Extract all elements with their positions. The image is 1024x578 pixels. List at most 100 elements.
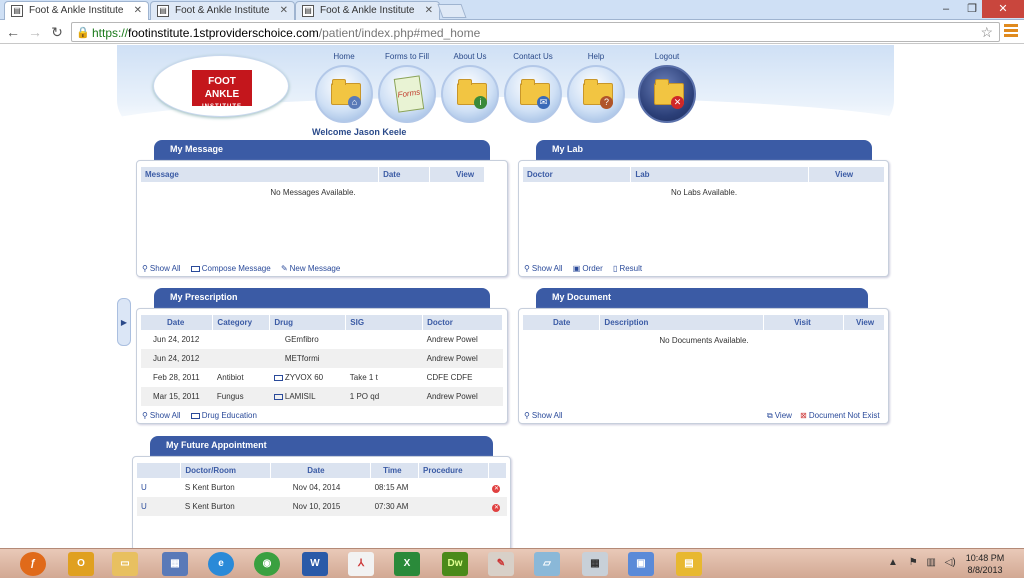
browser-menu-icon[interactable] xyxy=(1004,24,1018,38)
paint-icon[interactable]: ✎ xyxy=(488,552,514,576)
order-link[interactable]: ▣ Order xyxy=(573,264,603,273)
table-row[interactable]: Feb 28, 2011 Antibiot ZYVOX 60 Take 1 t … xyxy=(141,368,503,387)
address-bar[interactable]: 🔒 https://footinstitute.1stproviderschoi… xyxy=(71,22,1000,42)
column-header[interactable]: Date xyxy=(523,315,601,330)
nav-contact-us[interactable]: Contact Us ✉ xyxy=(502,52,564,123)
taskbar-clock[interactable]: 10:48 PM 8/8/2013 xyxy=(960,552,1010,576)
document-links-left: ⚲ Show All xyxy=(524,411,571,420)
document-not-exist-link[interactable]: ⊠ Document Not Exist xyxy=(800,411,879,420)
table-row[interactable]: Mar 15, 2011 Fungus LAMISIL 1 PO qd Andr… xyxy=(141,387,503,406)
nav-home[interactable]: Home ⌂ xyxy=(313,52,375,123)
column-header[interactable]: Visit xyxy=(763,315,844,330)
tray-expand-icon[interactable]: ▲ xyxy=(888,557,898,568)
column-header[interactable]: Description xyxy=(599,315,765,330)
help-folder-icon[interactable]: ? xyxy=(567,65,625,123)
close-tab-icon[interactable]: ✕ xyxy=(280,5,288,16)
institute-logo[interactable]: FOOT ANKLE INSTITUTE xyxy=(192,70,252,110)
column-header[interactable]: View xyxy=(808,167,885,182)
browser-tab-2[interactable]: ▤ Foot & Ankle Institute ✕ xyxy=(150,1,295,20)
clock-time: 10:48 PM xyxy=(965,553,1005,563)
acrobat-icon[interactable]: ⅄ xyxy=(348,552,374,576)
about-folder-icon[interactable]: i xyxy=(441,65,499,123)
table-row[interactable]: Jun 24, 2012 METformi Andrew Powel xyxy=(141,349,503,368)
contact-folder-icon[interactable]: ✉ xyxy=(504,65,562,123)
column-header[interactable]: Lab xyxy=(630,167,810,182)
outlook-icon[interactable]: O xyxy=(68,552,94,576)
forward-arrow-icon[interactable]: → xyxy=(26,23,44,41)
excel-icon[interactable]: X xyxy=(394,552,420,576)
show-all-link[interactable]: ⚲ Show All xyxy=(142,264,181,273)
browser-tab-3[interactable]: ▤ Foot & Ankle Institute ✕ xyxy=(295,1,440,20)
table-row[interactable]: Jun 24, 2012 GEmfibro Andrew Powel xyxy=(141,330,503,349)
nav-about-us[interactable]: About Us i xyxy=(439,52,501,123)
column-header[interactable]: Doctor/Room xyxy=(180,463,272,478)
close-tab-icon[interactable]: ✕ xyxy=(425,5,433,16)
windows-taskbar: ƒ O ▭ ▦ e ◉ W ⅄ X Dw ✎ ▱ ▦ ▣ ▤ ▲ ⚑ ▥ ◁) … xyxy=(0,548,1024,578)
drug-info-icon[interactable] xyxy=(273,374,283,381)
remote-icon[interactable]: ▣ xyxy=(628,552,654,576)
browser-tab-title: Foot & Ankle Institute xyxy=(320,5,415,16)
column-header[interactable]: Date xyxy=(141,315,214,330)
volume-icon[interactable]: ◁) xyxy=(945,557,956,568)
nav-logout[interactable]: Logout ✕ xyxy=(636,52,698,123)
show-all-link[interactable]: ⚲ Show All xyxy=(142,411,181,420)
column-header[interactable]: Message xyxy=(141,167,380,182)
column-header[interactable]: Doctor xyxy=(422,315,503,330)
firefox-icon[interactable]: ƒ xyxy=(20,552,46,576)
drug-education-link[interactable]: Drug Education xyxy=(190,411,257,420)
nav-forms-to-fill[interactable]: Forms to Fill Forms xyxy=(376,52,438,123)
show-all-link[interactable]: ⚲ Show All xyxy=(524,264,563,273)
rx-category: Fungus xyxy=(212,387,270,406)
cancel-appointment-icon[interactable]: ✕ xyxy=(492,503,501,512)
view-link[interactable]: ⧉ View xyxy=(767,411,792,420)
archive-icon[interactable]: ▤ xyxy=(676,552,702,576)
notes-icon[interactable]: ▱ xyxy=(534,552,560,576)
result-link[interactable]: ▯ Result xyxy=(613,264,642,273)
compose-message-link[interactable]: Compose Message xyxy=(190,264,271,273)
column-header[interactable]: Time xyxy=(370,463,420,478)
reload-icon[interactable]: ↻ xyxy=(48,23,66,41)
ie-icon[interactable]: e xyxy=(208,552,234,576)
cancel-appointment-icon[interactable]: ✕ xyxy=(492,484,501,493)
new-message-link[interactable]: ✎ New Message xyxy=(281,264,340,273)
chrome-icon[interactable]: ◉ xyxy=(254,552,280,576)
logout-folder-icon[interactable]: ✕ xyxy=(638,65,696,123)
column-header[interactable]: Date xyxy=(378,167,430,182)
explorer-icon[interactable]: ▭ xyxy=(112,552,138,576)
window-close-icon[interactable]: ✕ xyxy=(982,0,1024,18)
lab-links: ⚲ Show All ▣ Order ▯ Result xyxy=(524,264,650,273)
new-tab-button[interactable] xyxy=(437,4,467,18)
forms-icon[interactable]: Forms xyxy=(378,65,436,123)
dreamweaver-icon[interactable]: Dw xyxy=(442,552,468,576)
my-message-panel: My Message Message Date View No Messages… xyxy=(136,140,509,280)
drug-info-icon[interactable] xyxy=(273,393,283,400)
column-header[interactable]: Drug xyxy=(269,315,347,330)
welcome-text: Welcome Jason Keele xyxy=(312,127,407,137)
browser-tab-1[interactable]: ▤ Foot & Ankle Institute ✕ xyxy=(4,1,149,21)
rx-drug[interactable]: ZYVOX 60 xyxy=(285,373,323,382)
column-header[interactable]: Date xyxy=(270,463,372,478)
network-icon[interactable]: ▦ xyxy=(162,552,188,576)
expand-sidebar-icon[interactable]: ▶ xyxy=(117,298,131,346)
column-header[interactable]: View xyxy=(429,167,485,182)
home-folder-icon[interactable]: ⌂ xyxy=(315,65,373,123)
column-header[interactable]: Doctor xyxy=(523,167,632,182)
close-tab-icon[interactable]: ✕ xyxy=(134,5,142,16)
nav-help[interactable]: Help ? xyxy=(565,52,627,123)
column-header[interactable]: View xyxy=(843,315,885,330)
minimize-icon[interactable]: – xyxy=(934,0,958,18)
calculator-icon[interactable]: ▦ xyxy=(582,552,608,576)
table-row[interactable]: U S Kent Burton Nov 04, 2014 08:15 AM ✕ xyxy=(137,478,507,497)
column-header[interactable]: Category xyxy=(212,315,271,330)
flag-icon[interactable]: ⚑ xyxy=(909,557,918,568)
show-all-link[interactable]: ⚲ Show All xyxy=(524,411,563,420)
table-row[interactable]: U S Kent Burton Nov 10, 2015 07:30 AM ✕ xyxy=(137,497,507,516)
network-tray-icon[interactable]: ▥ xyxy=(926,557,935,568)
column-header[interactable]: SIG xyxy=(345,315,424,330)
back-arrow-icon[interactable]: ← xyxy=(4,23,22,41)
restore-icon[interactable]: ❐ xyxy=(960,0,984,18)
bookmark-star-icon[interactable]: ☆ xyxy=(980,24,993,41)
word-icon[interactable]: W xyxy=(302,552,328,576)
rx-drug[interactable]: LAMISIL xyxy=(285,392,316,401)
column-header[interactable]: Procedure xyxy=(418,463,489,478)
